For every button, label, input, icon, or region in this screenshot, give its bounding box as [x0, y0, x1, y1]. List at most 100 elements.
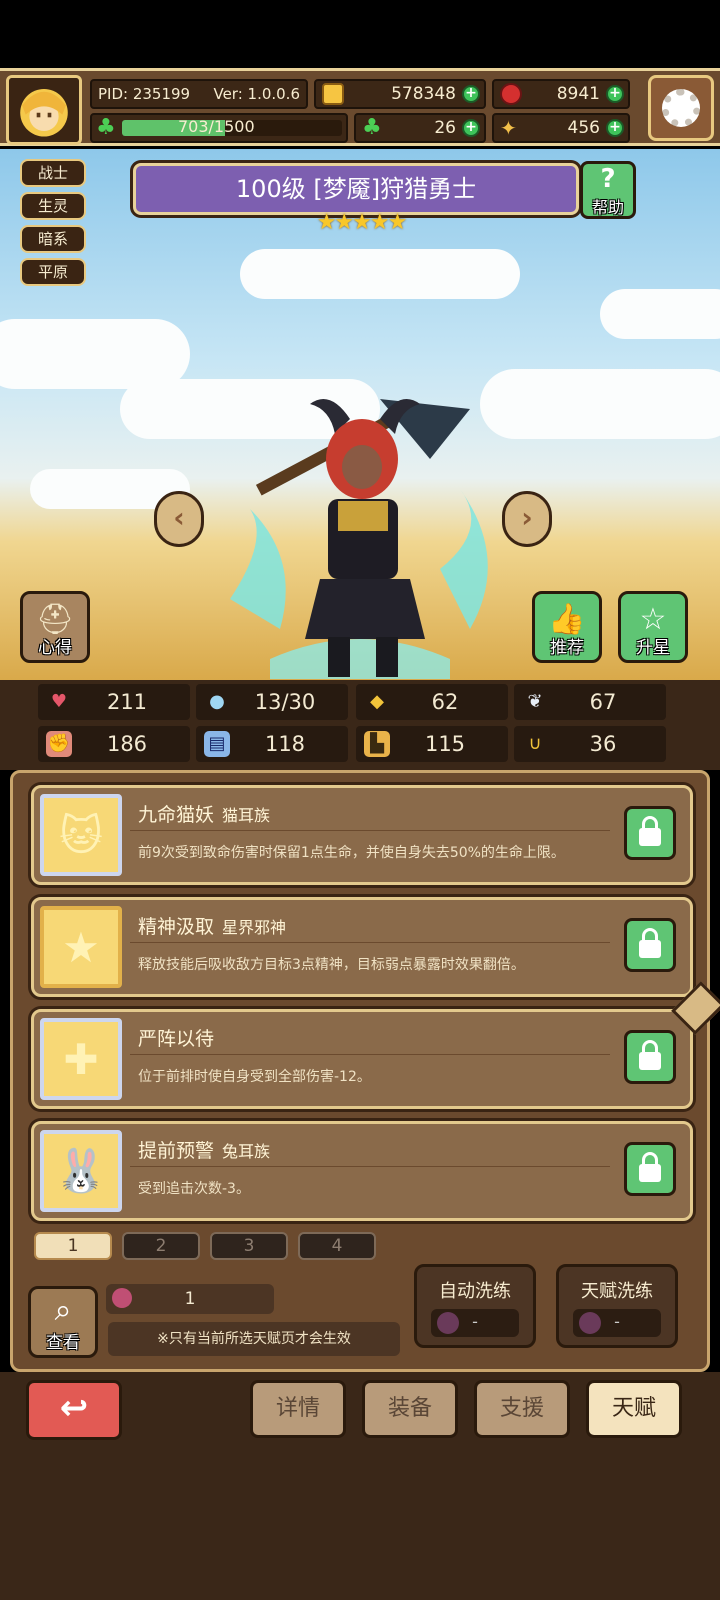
talent-desc: 释放技能后吸收敌方目标3点精神，目标弱点暴露时效果翻倍。 — [138, 957, 525, 973]
question-icon: ? — [600, 164, 616, 194]
page-tab[interactable]: 2 — [122, 1232, 200, 1260]
lock-button[interactable] — [624, 918, 676, 972]
talent-wash-button[interactable]: 天赋洗练 - — [556, 1264, 678, 1348]
tab-equipment[interactable]: 装备 — [362, 1380, 458, 1438]
help-label: 帮助 — [591, 198, 624, 217]
bottom-nav: ↩ 详情 装备 支援 天赋 — [0, 1372, 720, 1600]
help-button[interactable]: ? 帮助 — [580, 161, 636, 219]
talent-card[interactable]: 🐱 九命猫妖 猫耳族 前9次受到致命伤害时保留1点生命，并使自身失去50%的生命上… — [31, 785, 693, 885]
prev-hero-button[interactable]: ‹ — [154, 491, 204, 547]
mana-drop-icon: ● — [209, 691, 225, 712]
race-tag: 生灵 — [20, 192, 86, 220]
cloud — [240, 249, 520, 299]
page-tab[interactable]: 1 — [34, 1232, 112, 1260]
lock-button[interactable] — [624, 806, 676, 860]
star-rating: ★★★★★ — [316, 210, 408, 235]
auto-wash-label: 自动洗练 — [439, 1281, 511, 1302]
top-hud: PID: 235199 Ver: 1.0.0.6 578348 + 8941 +… — [0, 68, 720, 146]
tab-details[interactable]: 详情 — [250, 1380, 346, 1438]
upgrade-star-button[interactable]: ☆ 升星 — [618, 591, 688, 663]
cat-icon: 🐱 — [40, 794, 122, 876]
talent-page-tabs: 1 2 3 4 — [34, 1232, 376, 1262]
add-bone-button[interactable]: + — [606, 119, 624, 137]
xp-clover-icon: ♣ — [96, 115, 116, 140]
page-tab[interactable]: 3 — [210, 1232, 288, 1260]
lock-button[interactable] — [624, 1142, 676, 1196]
stat-hp: ♥ 211 — [38, 684, 190, 720]
fruit-icon — [437, 1312, 459, 1334]
talent-desc: 受到追击次数-3。 — [138, 1181, 250, 1197]
horseshoe-icon: ∪ — [528, 733, 542, 754]
stat-magic: ▤ 118 — [196, 726, 348, 762]
ruby-icon — [500, 83, 522, 105]
class-tag: 战士 — [20, 159, 86, 187]
back-button[interactable]: ↩ — [26, 1380, 122, 1440]
lock-button[interactable] — [624, 1030, 676, 1084]
view-button[interactable]: ⌕ 查看 — [28, 1286, 98, 1358]
settings-button[interactable] — [648, 75, 714, 141]
boot-icon: ▙ — [364, 731, 390, 757]
gold-coin-icon — [322, 83, 344, 105]
tab-support[interactable]: 支援 — [474, 1380, 570, 1438]
hero-stats: ♥ 211 ● 13/30 ◆ 62 ❦ 67 ✊ 186 ▤ 118 ▙ 11… — [0, 680, 720, 770]
stat-speed: ❦ 67 — [514, 684, 666, 720]
talent-name: 提前预警 兔耳族 — [138, 1140, 271, 1162]
talent-name: 九命猫妖 猫耳族 — [138, 804, 271, 826]
xp-value: 703/1500 — [178, 117, 255, 136]
magnifier-icon: ⌕ — [54, 1293, 72, 1328]
hero-scene: 战士 生灵 暗系 平原 100级 [梦魇]狩猎勇士 ★★★★★ ? 帮助 ‹ ›… — [0, 149, 720, 680]
stat-value: 36 — [589, 732, 617, 756]
version-label: Ver: 1.0.0.6 — [213, 85, 300, 103]
hero-title: 100级 [梦魇]狩猎勇士 — [133, 163, 579, 215]
clover-counter: ♣ 26 + — [354, 113, 486, 143]
fruit-counter: 1 — [106, 1284, 274, 1314]
talent-name: 精神汲取 星界邪神 — [138, 916, 287, 938]
notes-button[interactable]: ⛑ 心得 — [20, 591, 90, 663]
gear-icon — [662, 89, 700, 127]
notes-label: 心得 — [38, 638, 72, 658]
stat-value: 115 — [424, 732, 466, 756]
wing-icon: ❦ — [527, 691, 543, 712]
talent-card[interactable]: ★ 精神汲取 星界邪神 释放技能后吸收敌方目标3点精神，目标弱点暴露时效果翻倍。 — [31, 897, 693, 997]
stat-attack: ✊ 186 — [38, 726, 190, 762]
gold-counter: 578348 + — [314, 79, 486, 109]
avatar-portrait — [9, 78, 79, 142]
heart-icon: ♥ — [50, 691, 68, 712]
add-clover-button[interactable]: + — [462, 119, 480, 137]
helmet-icon: ⛑ — [35, 602, 75, 637]
page-note: ※只有当前所选天赋页才会生效 — [108, 1322, 400, 1356]
gem-counter: 8941 + — [492, 79, 630, 109]
player-info: PID: 235199 Ver: 1.0.0.6 — [90, 79, 308, 109]
talent-card[interactable]: ✚ 严阵以待 位于前排时使自身受到全部伤害-12。 — [31, 1009, 693, 1109]
stat-value: 186 — [106, 732, 148, 756]
cloud — [600, 289, 720, 339]
xp-bar: ♣ 703/1500 — [90, 113, 348, 143]
bone-counter: ✦ 456 + — [492, 113, 630, 143]
add-gold-button[interactable]: + — [462, 85, 480, 103]
page-tab[interactable]: 4 — [298, 1232, 376, 1260]
gold-value: 578348 — [391, 84, 456, 104]
cloud — [480, 369, 720, 439]
fruit-icon — [579, 1312, 601, 1334]
talent-name: 严阵以待 — [138, 1028, 215, 1050]
stat-agility: ▙ 115 — [356, 726, 508, 762]
fruit-count: 1 — [184, 1289, 196, 1309]
player-avatar[interactable] — [6, 75, 82, 145]
clover-icon: ♣ — [362, 115, 382, 140]
terrain-tag: 平原 — [20, 258, 86, 286]
lock-icon — [639, 1152, 661, 1182]
book-icon: ▤ — [204, 731, 230, 757]
stat-value: 13/30 — [254, 690, 316, 714]
stat-defense: ◆ 62 — [356, 684, 508, 720]
thumbs-up-icon: 👍 — [548, 602, 586, 637]
auto-wash-button[interactable]: 自动洗练 - — [414, 1264, 536, 1348]
stat-mana: ● 13/30 — [196, 684, 348, 720]
bone-value: 456 — [567, 118, 600, 138]
talent-card[interactable]: 🐰 提前预警 兔耳族 受到追击次数-3。 — [31, 1121, 693, 1221]
add-gem-button[interactable]: + — [606, 85, 624, 103]
tab-talent[interactable]: 天赋 — [586, 1380, 682, 1438]
recommend-button[interactable]: 👍 推荐 — [532, 591, 602, 663]
gem-value: 8941 — [556, 84, 600, 104]
next-hero-button[interactable]: › — [502, 491, 552, 547]
shield-icon: ◆ — [370, 691, 384, 712]
